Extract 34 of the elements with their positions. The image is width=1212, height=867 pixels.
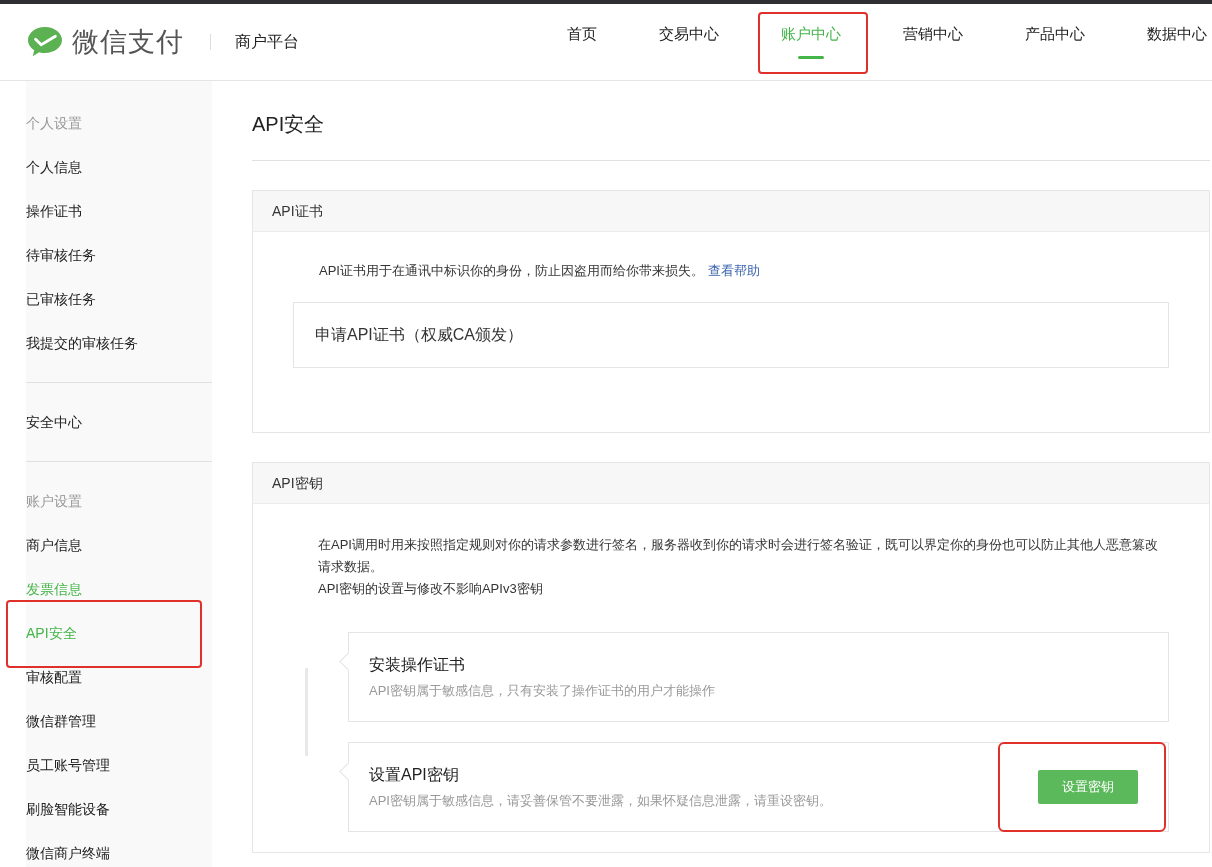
- nav-tab[interactable]: 首页: [564, 4, 600, 80]
- sidebar-item[interactable]: 安全中心: [26, 400, 212, 444]
- nav-tab[interactable]: 营销中心: [900, 4, 966, 80]
- description: 在API调用时用来按照指定规则对你的请求参数进行签名，服务器收到你的请求时会进行签名验证，既可以界定你的身份也可以防止其他人恶意篡改请求数据。: [318, 536, 1159, 576]
- apply-certificate-item[interactable]: 申请API证书（权威CA颁发）: [293, 302, 1169, 368]
- sidebar-item[interactable]: 待审核任务: [26, 233, 212, 277]
- nav-tab[interactable]: 交易中心: [656, 4, 722, 80]
- sidebar-item[interactable]: 我提交的审核任务: [26, 321, 212, 365]
- page-title: API安全: [252, 111, 1210, 161]
- panel-title: API密钥: [272, 475, 323, 491]
- help-link[interactable]: 查看帮助: [707, 263, 760, 278]
- chat-bubble-check-icon: [26, 25, 64, 59]
- nav-tab[interactable]: 产品中心: [1022, 4, 1088, 80]
- step-title: 安装操作证书: [369, 654, 466, 675]
- sidebar-item[interactable]: 员工账号管理: [26, 743, 212, 787]
- platform-name: 商户平台: [235, 31, 299, 52]
- sidebar-item[interactable]: 刷脸智能设备: [26, 787, 212, 831]
- sidebar-group-title: 个人设置: [26, 114, 83, 133]
- sidebar-item[interactable]: 操作证书: [26, 189, 212, 233]
- step-title: 设置API密钥: [369, 764, 460, 785]
- sidebar-item[interactable]: 微信商户终端: [26, 831, 212, 867]
- sidebar-item[interactable]: 已审核任务: [26, 277, 212, 321]
- nav-tab[interactable]: 数据中心: [1144, 4, 1210, 80]
- description: API证书用于在通讯中标识你的身份，防止因盗用而给你带来损失。 查看帮助: [319, 262, 761, 280]
- sidebar-item[interactable]: 商户信息: [26, 523, 212, 567]
- step-note: API密钥属于敏感信息，请妥善保管不要泄露，如果怀疑信息泄露，请重设密钥。: [369, 791, 832, 810]
- sidebar-item[interactable]: 审核配置: [26, 655, 212, 699]
- sidebar-item[interactable]: 微信群管理: [26, 699, 212, 743]
- description: API密钥的设置与修改不影响APIv3密钥: [318, 580, 544, 598]
- sidebar-item[interactable]: 个人信息: [26, 145, 212, 189]
- sidebar-group-title: 账户设置: [26, 492, 83, 511]
- panel-title: API证书: [272, 203, 323, 219]
- step-note: API密钥属于敏感信息，只有安装了操作证书的用户才能操作: [369, 681, 715, 700]
- brand-name: 微信支付: [72, 26, 184, 59]
